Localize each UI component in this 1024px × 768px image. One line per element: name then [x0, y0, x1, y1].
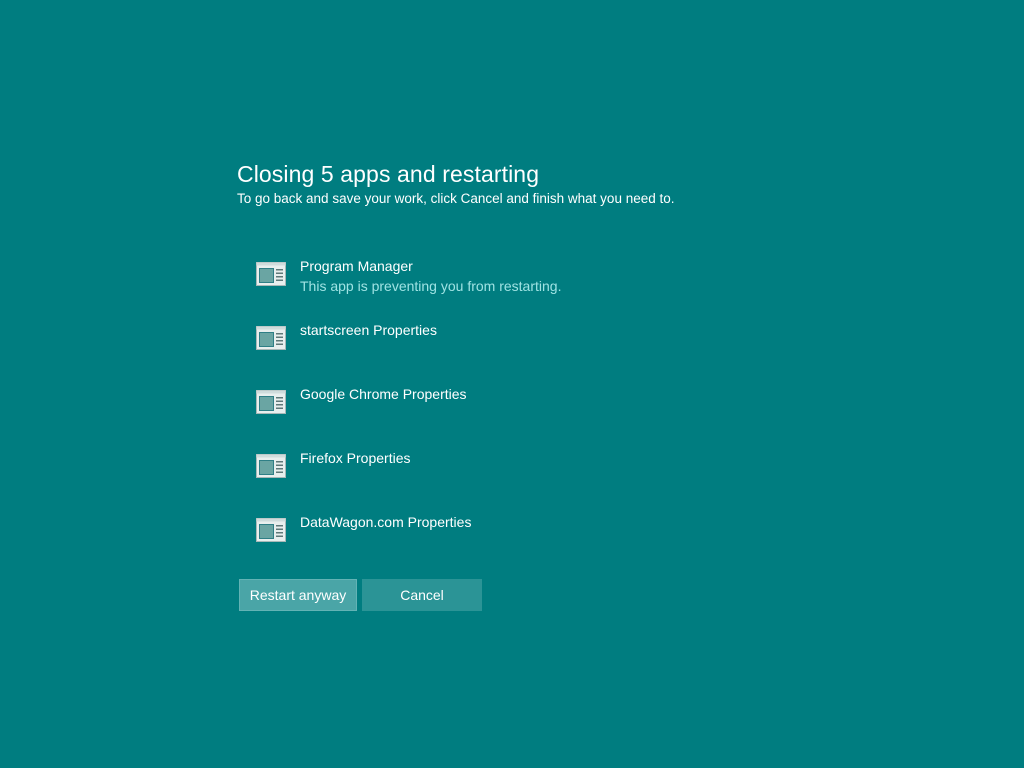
window-app-icon [256, 326, 286, 350]
window-app-icon [256, 262, 286, 286]
list-item: DataWagon.com Properties [256, 512, 756, 576]
app-name: DataWagon.com Properties [300, 514, 472, 530]
window-app-icon [256, 518, 286, 542]
app-name: Google Chrome Properties [300, 386, 467, 402]
restart-screen: Closing 5 apps and restarting To go back… [0, 0, 1024, 768]
restart-anyway-button[interactable]: Restart anyway [239, 579, 357, 611]
app-list: Program Manager This app is preventing y… [256, 256, 756, 576]
window-app-icon [256, 454, 286, 478]
list-item: Firefox Properties [256, 448, 756, 512]
app-name: startscreen Properties [300, 322, 437, 338]
app-warning-text: This app is preventing you from restarti… [300, 278, 562, 294]
cancel-button[interactable]: Cancel [362, 579, 482, 611]
page-title: Closing 5 apps and restarting [237, 161, 540, 187]
app-name: Firefox Properties [300, 450, 411, 466]
restart-dialog: Closing 5 apps and restarting To go back… [237, 158, 837, 611]
window-app-icon [256, 390, 286, 414]
app-name: Program Manager [300, 258, 413, 274]
page-subtitle: To go back and save your work, click Can… [237, 191, 675, 206]
list-item: startscreen Properties [256, 320, 756, 384]
list-item: Google Chrome Properties [256, 384, 756, 448]
list-item: Program Manager This app is preventing y… [256, 256, 756, 320]
